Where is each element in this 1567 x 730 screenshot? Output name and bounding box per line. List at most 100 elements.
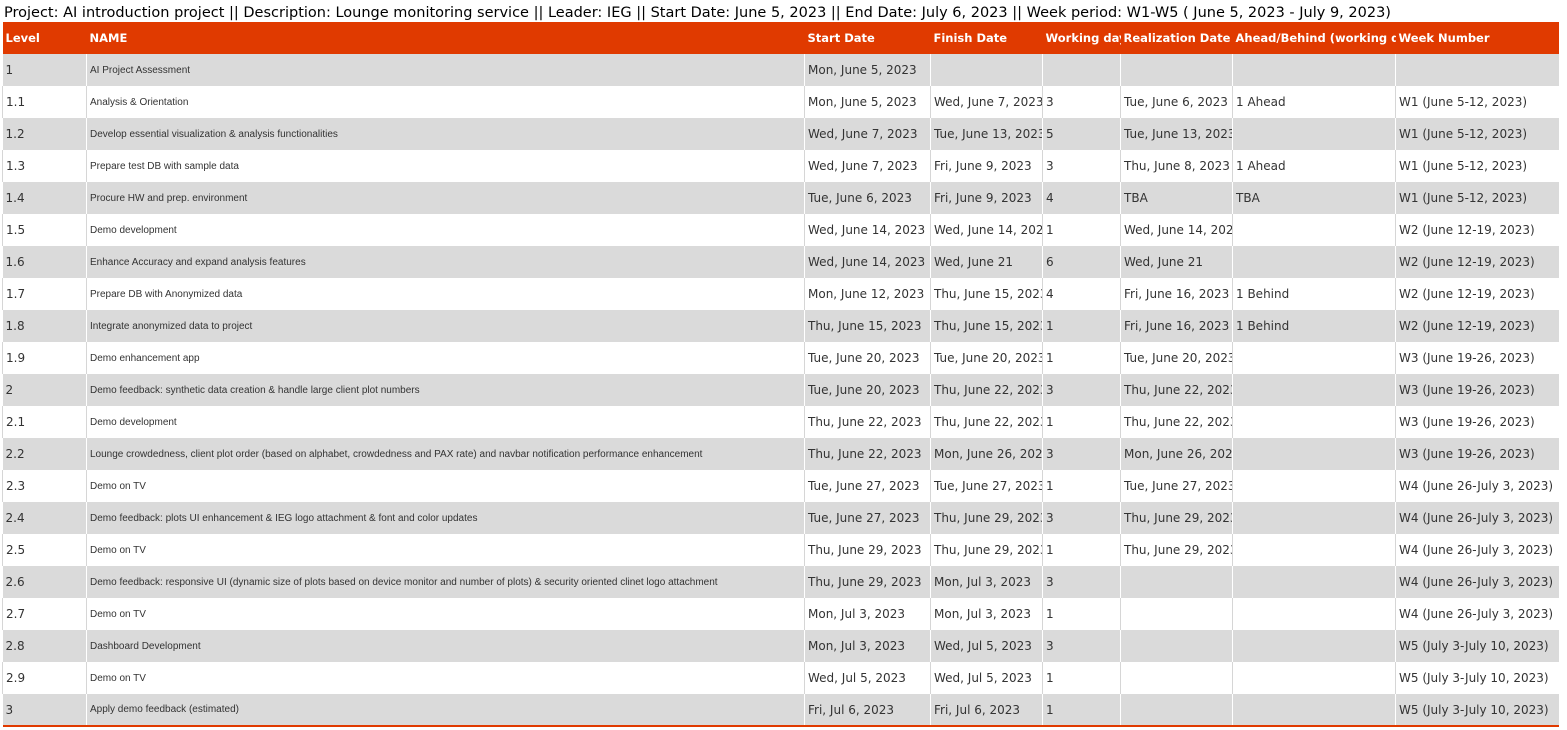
cell-task-name[interactable]: Procure HW and prep. environment <box>86 182 805 214</box>
cell-working-days[interactable]: 3 <box>1042 374 1121 406</box>
cell-task-name[interactable]: Demo development <box>86 406 805 438</box>
cell-week-number[interactable]: W5 (July 3-July 10, 2023) <box>1395 662 1559 694</box>
cell-level[interactable]: 2.5 <box>2 534 87 566</box>
cell-working-days[interactable]: 4 <box>1042 278 1121 310</box>
cell-ahead-behind[interactable]: 1 Ahead <box>1232 86 1396 118</box>
cell-ahead-behind[interactable] <box>1232 438 1396 470</box>
cell-level[interactable]: 2.2 <box>3 438 87 470</box>
column-header-level[interactable]: Level <box>3 22 87 54</box>
column-header-ahead-behind[interactable]: Ahead/Behind (working days) <box>1233 22 1396 54</box>
cell-ahead-behind[interactable] <box>1232 694 1396 726</box>
cell-realization-date[interactable] <box>1120 630 1233 662</box>
cell-finish-date[interactable]: Wed, Jul 5, 2023 <box>930 630 1043 662</box>
cell-week-number[interactable]: W5 (July 3-July 10, 2023) <box>1395 630 1559 662</box>
cell-ahead-behind[interactable] <box>1232 406 1396 438</box>
cell-finish-date[interactable]: Wed, June 7, 2023 <box>930 86 1043 118</box>
cell-task-name[interactable]: Prepare DB with Anonymized data <box>86 278 805 310</box>
cell-task-name[interactable]: Prepare test DB with sample data <box>86 150 805 182</box>
cell-start-date[interactable]: Mon, June 5, 2023 <box>804 54 931 86</box>
cell-working-days[interactable]: 1 <box>1042 694 1121 726</box>
cell-level[interactable]: 2.6 <box>3 566 87 598</box>
cell-task-name[interactable]: Demo on TV <box>86 470 805 502</box>
cell-level[interactable]: 1.3 <box>2 150 87 182</box>
cell-level[interactable]: 2.3 <box>2 470 87 502</box>
cell-realization-date[interactable]: Thu, June 29, 2023 <box>1120 502 1233 534</box>
cell-realization-date[interactable] <box>1120 54 1233 86</box>
cell-finish-date[interactable]: Thu, June 29, 2023 <box>930 502 1043 534</box>
cell-realization-date[interactable]: Fri, June 16, 2023 <box>1120 310 1233 342</box>
cell-finish-date[interactable]: Thu, June 22, 2023 <box>930 374 1043 406</box>
column-header-name[interactable]: NAME <box>87 22 805 54</box>
cell-working-days[interactable]: 1 <box>1042 342 1121 374</box>
cell-working-days[interactable]: 4 <box>1042 182 1121 214</box>
cell-finish-date[interactable]: Thu, June 22, 2023 <box>930 406 1043 438</box>
cell-start-date[interactable]: Thu, June 22, 2023 <box>804 406 931 438</box>
cell-start-date[interactable]: Tue, June 20, 2023 <box>804 374 931 406</box>
cell-week-number[interactable]: W1 (June 5-12, 2023) <box>1395 150 1559 182</box>
cell-level[interactable]: 1.9 <box>2 342 87 374</box>
cell-week-number[interactable]: W4 (June 26-July 3, 2023) <box>1395 534 1559 566</box>
cell-ahead-behind[interactable]: 1 Behind <box>1232 278 1396 310</box>
cell-start-date[interactable]: Wed, June 7, 2023 <box>804 118 931 150</box>
cell-level[interactable]: 1.1 <box>2 86 87 118</box>
cell-week-number[interactable]: W2 (June 12-19, 2023) <box>1395 310 1559 342</box>
cell-finish-date[interactable]: Mon, Jul 3, 2023 <box>930 598 1043 630</box>
cell-start-date[interactable]: Wed, June 14, 2023 <box>804 214 931 246</box>
cell-week-number[interactable]: W2 (June 12-19, 2023) <box>1395 214 1559 246</box>
cell-working-days[interactable]: 3 <box>1042 86 1121 118</box>
cell-ahead-behind[interactable] <box>1232 662 1396 694</box>
cell-working-days[interactable]: 1 <box>1042 310 1121 342</box>
cell-level[interactable]: 2.1 <box>2 406 87 438</box>
cell-realization-date[interactable]: Thu, June 22, 2023 <box>1120 374 1233 406</box>
cell-level[interactable]: 2.4 <box>3 502 87 534</box>
cell-start-date[interactable]: Mon, Jul 3, 2023 <box>804 630 931 662</box>
cell-finish-date[interactable]: Fri, June 9, 2023 <box>930 150 1043 182</box>
cell-task-name[interactable]: Demo feedback: plots UI enhancement & IE… <box>86 502 805 534</box>
cell-week-number[interactable]: W3 (June 19-26, 2023) <box>1395 406 1559 438</box>
cell-start-date[interactable]: Wed, June 7, 2023 <box>804 150 931 182</box>
cell-ahead-behind[interactable] <box>1232 598 1396 630</box>
cell-finish-date[interactable]: Tue, June 13, 2023 <box>930 118 1043 150</box>
cell-level[interactable]: 2.7 <box>2 598 87 630</box>
cell-ahead-behind[interactable] <box>1232 566 1396 598</box>
cell-working-days[interactable]: 1 <box>1042 534 1121 566</box>
cell-start-date[interactable]: Thu, June 29, 2023 <box>804 566 931 598</box>
cell-start-date[interactable]: Tue, June 6, 2023 <box>804 182 931 214</box>
cell-start-date[interactable]: Fri, Jul 6, 2023 <box>804 694 931 726</box>
cell-week-number[interactable]: W4 (June 26-July 3, 2023) <box>1395 470 1559 502</box>
cell-working-days[interactable]: 1 <box>1042 406 1121 438</box>
cell-working-days[interactable]: 3 <box>1042 438 1121 470</box>
cell-ahead-behind[interactable]: 1 Ahead <box>1232 150 1396 182</box>
cell-ahead-behind[interactable] <box>1232 470 1396 502</box>
cell-level[interactable]: 2.9 <box>2 662 87 694</box>
cell-week-number[interactable]: W5 (July 3-July 10, 2023) <box>1395 694 1559 726</box>
cell-realization-date[interactable]: Tue, June 27, 2023 <box>1120 470 1233 502</box>
cell-start-date[interactable]: Tue, June 20, 2023 <box>804 342 931 374</box>
cell-start-date[interactable]: Tue, June 27, 2023 <box>804 470 931 502</box>
cell-realization-date[interactable]: Thu, June 22, 2023 <box>1120 406 1233 438</box>
cell-realization-date[interactable]: Thu, June 8, 2023 <box>1120 150 1233 182</box>
cell-task-name[interactable]: Demo on TV <box>86 534 805 566</box>
cell-working-days[interactable]: 6 <box>1042 246 1121 278</box>
cell-realization-date[interactable]: Wed, June 14, 2023 <box>1120 214 1233 246</box>
cell-realization-date[interactable]: Fri, June 16, 2023 <box>1120 278 1233 310</box>
cell-working-days[interactable]: 3 <box>1042 630 1121 662</box>
cell-start-date[interactable]: Mon, Jul 3, 2023 <box>804 598 931 630</box>
cell-task-name[interactable]: Dashboard Development <box>86 630 805 662</box>
cell-task-name[interactable]: Demo feedback: synthetic data creation &… <box>86 374 805 406</box>
cell-realization-date[interactable]: Mon, June 26, 2023 <box>1120 438 1233 470</box>
cell-finish-date[interactable]: Thu, June 15, 2023 <box>930 278 1043 310</box>
cell-level[interactable]: 1 <box>3 54 87 86</box>
cell-level[interactable]: 1.6 <box>3 246 87 278</box>
cell-finish-date[interactable]: Wed, Jul 5, 2023 <box>930 662 1043 694</box>
cell-task-name[interactable]: Demo feedback: responsive UI (dynamic si… <box>86 566 805 598</box>
cell-finish-date[interactable]: Wed, June 21 <box>930 246 1043 278</box>
cell-task-name[interactable]: Apply demo feedback (estimated) <box>86 694 805 726</box>
cell-week-number[interactable]: W4 (June 26-July 3, 2023) <box>1395 598 1559 630</box>
cell-finish-date[interactable]: Tue, June 27, 2023 <box>930 470 1043 502</box>
cell-realization-date[interactable]: Thu, June 29, 2023 <box>1120 534 1233 566</box>
cell-task-name[interactable]: Demo on TV <box>86 598 805 630</box>
cell-level[interactable]: 1.8 <box>3 310 87 342</box>
cell-working-days[interactable]: 1 <box>1042 598 1121 630</box>
cell-ahead-behind[interactable] <box>1232 342 1396 374</box>
